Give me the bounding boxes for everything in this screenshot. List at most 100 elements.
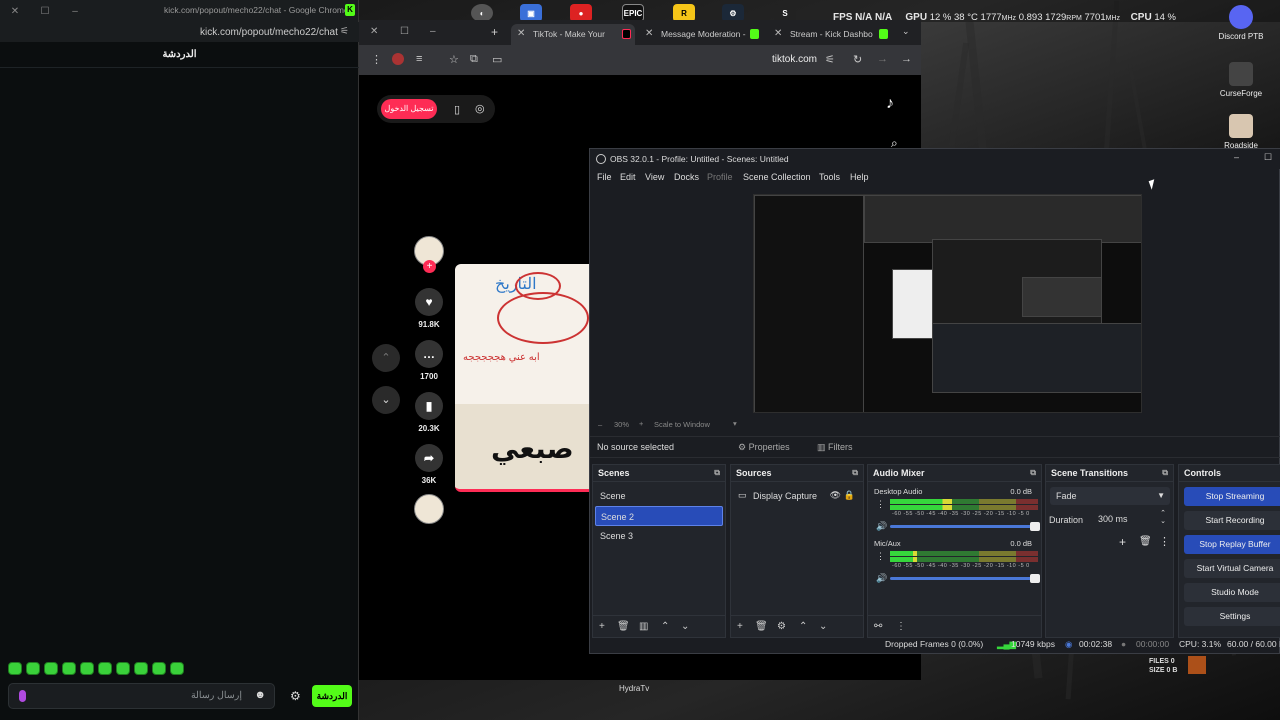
gear-icon[interactable]: ⚙ <box>777 621 786 632</box>
share-action[interactable]: ➦ 36K <box>414 444 444 485</box>
back-arrow-icon[interactable]: → <box>901 53 912 65</box>
device-icon[interactable]: ▯ <box>454 103 460 116</box>
tab-kick-dashboard[interactable]: ✕ Stream - Kick Dashbo <box>768 24 892 45</box>
close-icon[interactable]: ✕ <box>370 26 378 37</box>
menu-edit[interactable]: Edit <box>620 172 636 182</box>
site-settings-icon[interactable]: ⚟ <box>825 53 835 66</box>
close-tab-icon[interactable]: ✕ <box>774 28 782 39</box>
file-app-icon[interactable] <box>1188 656 1206 674</box>
save-action[interactable]: ▮ 20.3K <box>414 392 444 433</box>
compass-icon[interactable]: ◎ <box>475 102 485 115</box>
roadside-shortcut[interactable]: Roadside <box>1211 114 1271 150</box>
obs-preview-canvas[interactable] <box>753 194 1142 413</box>
mic-icon[interactable] <box>19 690 26 702</box>
source-item[interactable]: ▭ Display Capture 👁 🔒 <box>733 486 861 506</box>
transition-select[interactable]: Fade ▼ <box>1050 487 1170 505</box>
link-icon[interactable]: ⚯ <box>874 621 882 632</box>
duration-input[interactable]: 300 ms ⌃ ⌄ <box>1092 510 1170 528</box>
chat-message-input[interactable]: إرسال رسالة ☻ <box>8 683 275 709</box>
trash-icon[interactable]: 🗑 <box>755 621 768 632</box>
comment-action[interactable]: … 1700 <box>414 340 444 381</box>
chevron-down-icon[interactable]: ▾ <box>733 419 737 428</box>
emote-icon[interactable] <box>44 662 58 675</box>
filters-button[interactable]: ▥ Filters <box>817 442 853 453</box>
add-icon[interactable]: + <box>599 621 605 632</box>
properties-button[interactable]: ⚙ Properties <box>738 442 790 453</box>
studio-mode-button[interactable]: Studio Mode <box>1184 583 1280 602</box>
emote-icon[interactable] <box>134 662 148 675</box>
like-action[interactable]: ♥ 91.8K <box>414 288 444 329</box>
kebab-icon[interactable]: ⋮ <box>876 499 885 510</box>
playlist-icon[interactable]: ≡ <box>416 53 422 65</box>
chevron-down-icon[interactable]: ⌄ <box>372 386 400 414</box>
minimize-icon[interactable]: – <box>430 26 436 37</box>
chevron-up-icon[interactable]: ⌃ <box>372 344 400 372</box>
add-icon[interactable]: + <box>737 621 743 632</box>
url-bar[interactable]: kick.com/popout/mecho22/chat ⚟ <box>0 22 359 42</box>
new-tab-icon[interactable]: + <box>491 25 498 39</box>
stop-streaming-button[interactable]: Stop Streaming <box>1184 487 1280 506</box>
maximize-icon[interactable]: ☐ <box>30 6 60 17</box>
profile-avatar-icon[interactable] <box>392 53 404 65</box>
tab-search-icon[interactable]: ⌄ <box>902 26 910 37</box>
arrow-up-icon[interactable]: ⌃ <box>799 621 807 632</box>
bookmark-star-icon[interactable]: ☆ <box>449 53 459 66</box>
volume-slider[interactable] <box>890 522 1040 531</box>
eye-icon[interactable]: 👁 <box>830 490 841 501</box>
menu-tools[interactable]: Tools <box>819 172 840 182</box>
address-domain[interactable]: tiktok.com <box>772 54 817 65</box>
emote-icon[interactable] <box>62 662 76 675</box>
hydratv-label[interactable]: HydraTv <box>619 684 649 693</box>
volume-slider[interactable] <box>890 574 1040 583</box>
arrow-up-icon[interactable]: ⌃ <box>661 621 669 632</box>
dock-icon[interactable]: ⧉ <box>852 468 858 478</box>
scene-item-selected[interactable]: Scene 2 <box>595 506 723 526</box>
menu-file[interactable]: File <box>597 172 612 182</box>
minimize-icon[interactable]: – <box>1234 152 1239 162</box>
minimize-icon[interactable]: – <box>60 6 90 17</box>
emote-icon[interactable] <box>8 662 22 675</box>
chat-send-button[interactable]: الدردشة <box>312 685 352 707</box>
close-icon[interactable]: ✕ <box>0 6 30 17</box>
forward-arrow-icon[interactable]: → <box>877 53 888 65</box>
menu-profile[interactable]: Profile <box>707 172 733 182</box>
login-button[interactable]: تسجيل الدخول <box>381 99 437 119</box>
menu-view[interactable]: View <box>645 172 664 182</box>
start-virtual-camera-button[interactable]: Start Virtual Camera <box>1184 559 1280 578</box>
menu-docks[interactable]: Docks <box>674 172 699 182</box>
scale-mode[interactable]: Scale to Window <box>654 420 710 429</box>
spinner-icon[interactable]: ⌃ ⌄ <box>1160 510 1166 526</box>
emote-icon[interactable] <box>170 662 184 675</box>
arrow-down-icon[interactable]: ⌄ <box>681 621 689 632</box>
video-player[interactable]: التاريخ ابه عني هجججججه صبعي <box>455 264 595 492</box>
trash-icon[interactable]: 🗑 <box>617 621 630 632</box>
scene-item[interactable]: Scene 3 <box>595 526 723 546</box>
maximize-icon[interactable]: ☐ <box>1264 152 1272 163</box>
menu-scene-collection[interactable]: Scene Collection <box>743 172 811 182</box>
zoom-out-icon[interactable]: – <box>598 420 602 429</box>
close-tab-icon[interactable]: ✕ <box>645 28 653 39</box>
filter-icon[interactable]: ▥ <box>639 621 648 632</box>
reload-icon[interactable]: ↻ <box>853 53 862 66</box>
discord-ptb-shortcut[interactable]: Discord PTB <box>1211 5 1271 41</box>
emoji-icon[interactable]: ☻ <box>254 689 266 701</box>
zoom-in-icon[interactable]: + <box>639 419 643 428</box>
tab-message-moderation[interactable]: ✕ Message Moderation - <box>639 24 763 45</box>
screenshot-icon[interactable]: ⧉ <box>470 53 478 66</box>
follow-plus-icon[interactable]: + <box>423 260 436 273</box>
kebab-icon[interactable]: ⋮ <box>896 621 906 632</box>
stop-replay-buffer-button[interactable]: Stop Replay Buffer <box>1184 535 1280 554</box>
emote-icon[interactable] <box>98 662 112 675</box>
kebab-icon[interactable]: ⋮ <box>1159 535 1170 548</box>
tab-tiktok[interactable]: ✕ TikTok - Make Your <box>511 24 635 45</box>
site-settings-icon[interactable]: ⚟ <box>340 26 349 37</box>
menu-dots-icon[interactable]: ⋮ <box>371 53 382 66</box>
emote-icon[interactable] <box>80 662 94 675</box>
add-icon[interactable]: + <box>1119 535 1126 549</box>
kebab-icon[interactable]: ⋮ <box>876 551 885 562</box>
scene-item[interactable]: Scene <box>595 486 723 506</box>
gear-icon[interactable]: ⚙ <box>290 689 301 703</box>
arrow-down-icon[interactable]: ⌄ <box>819 621 827 632</box>
speaker-icon[interactable]: 🔊 <box>876 573 887 584</box>
settings-button[interactable]: Settings <box>1184 607 1280 626</box>
